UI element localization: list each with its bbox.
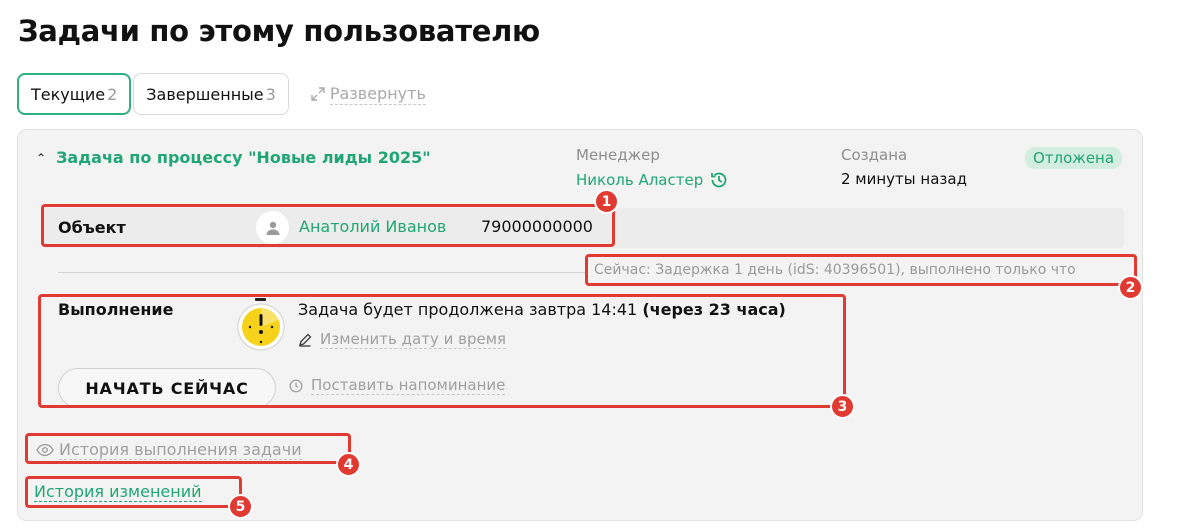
tab-completed-count: 3 (265, 84, 276, 104)
task-title-label: Задача по процессу "Новые лиды 2025" (56, 148, 431, 167)
tab-current-label: Текущие (31, 84, 106, 104)
change-date-link[interactable]: Изменить дату и время (298, 330, 507, 349)
object-label: Объект (58, 218, 126, 237)
set-reminder-link[interactable]: Поставить напоминание (289, 376, 506, 395)
created-label: Создана (841, 146, 908, 164)
history-clock-icon[interactable] (709, 170, 729, 190)
execution-label: Выполнение (58, 300, 174, 319)
marker-badge-1: 1 (594, 189, 619, 214)
task-card: ⌃ Задача по процессу "Новые лиды 2025" М… (17, 129, 1143, 521)
execution-text-bold: (через 23 часа) (642, 300, 786, 319)
object-row: Объект Анатолий Иванов 79000000000 (42, 208, 1124, 248)
manager-name-text: Николь Аластер (576, 171, 704, 189)
status-badge: Отложена (1025, 147, 1123, 169)
user-icon (266, 221, 279, 235)
tab-current[interactable]: Текущие 2 (17, 73, 132, 115)
tab-completed[interactable]: Завершенные 3 (133, 73, 289, 115)
execution-text: Задача будет продолжена завтра 14:41 (че… (298, 300, 786, 319)
chevron-up-icon[interactable]: ⌃ (36, 151, 46, 165)
expand-label: Развернуть (329, 83, 426, 105)
execution-text-main: Задача будет продолжена завтра 14:41 (298, 300, 638, 319)
tab-current-count: 2 (107, 84, 118, 104)
tab-completed-label: Завершенные (146, 84, 264, 104)
expand-link[interactable]: Развернуть (311, 84, 426, 105)
tabs: Текущие 2 Завершенные 3 Развернуть (17, 73, 426, 115)
divider (58, 272, 588, 273)
manager-name[interactable]: Николь Аластер (576, 170, 729, 190)
marker-badge-5: 5 (228, 494, 253, 519)
marker-badge-2: 2 (1118, 275, 1143, 300)
pencil-icon (298, 333, 312, 347)
change-date-label: Изменить дату и время (320, 330, 507, 349)
clock-icon (289, 379, 303, 392)
marker-badge-3: 3 (830, 394, 855, 419)
set-reminder-label: Поставить напоминание (311, 376, 506, 395)
object-phone: 79000000000 (481, 217, 593, 236)
change-history-link[interactable]: История изменений (34, 482, 202, 502)
eye-icon (36, 443, 54, 457)
marker-badge-4: 4 (336, 452, 361, 477)
execution-history-link[interactable]: История выполнения задачи (36, 440, 302, 460)
avatar (256, 211, 289, 244)
execution-history-label: История выполнения задачи (59, 440, 302, 460)
object-name-link[interactable]: Анатолий Иванов (299, 217, 446, 236)
expand-icon (311, 87, 325, 101)
start-now-button[interactable]: НАЧАТЬ СЕЙЧАС (58, 368, 276, 408)
now-status: Сейчас: Задержка 1 день (idS: 40396501),… (594, 262, 1076, 278)
page-title: Задачи по этому пользователю (18, 14, 540, 48)
manager-label: Менеджер (576, 146, 660, 164)
task-title[interactable]: ⌃ Задача по процессу "Новые лиды 2025" (36, 148, 431, 167)
stopwatch-icon (237, 298, 285, 351)
created-value: 2 минуты назад (841, 170, 967, 188)
